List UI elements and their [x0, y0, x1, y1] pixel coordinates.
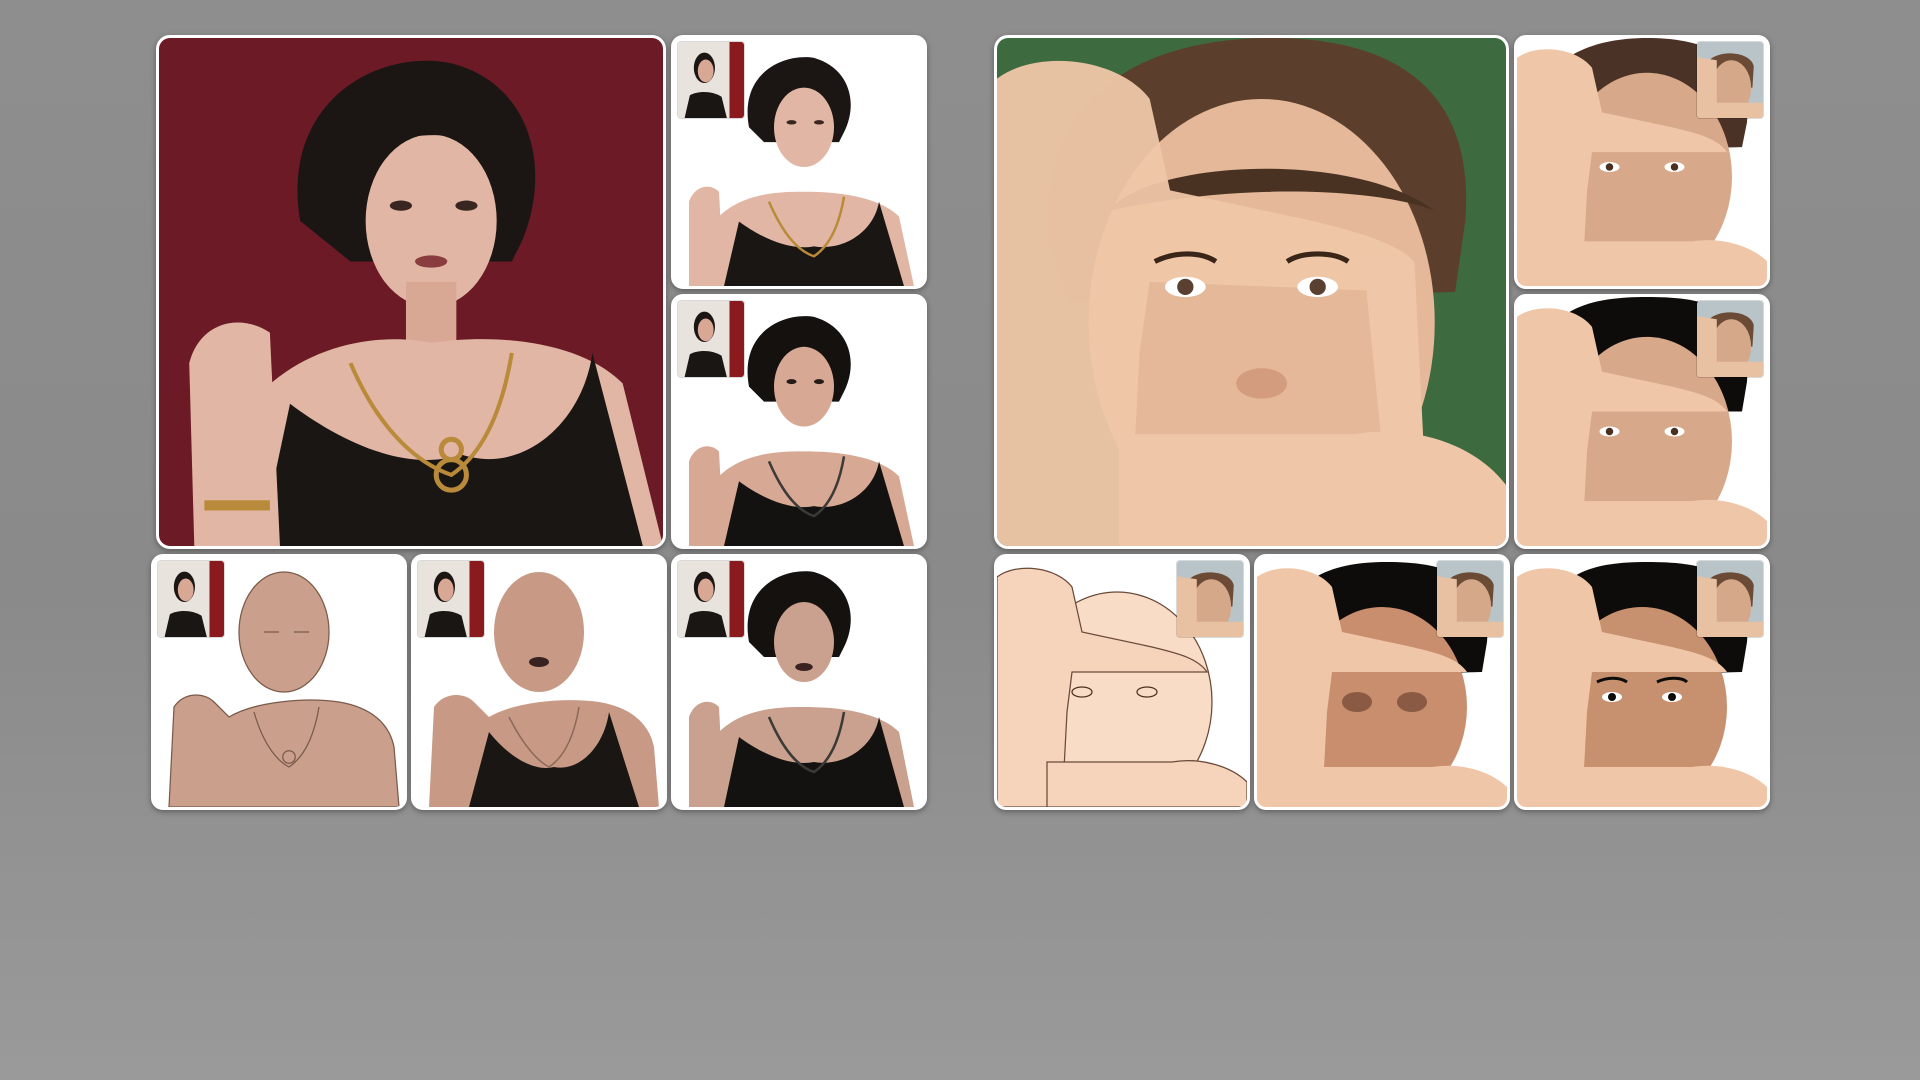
man-process-hair-black-image[interactable] — [1514, 294, 1770, 549]
reference-photo-icon — [1697, 42, 1763, 118]
reference-photo-icon — [158, 561, 224, 637]
woman-reference-thumbnail — [678, 42, 744, 118]
reference-photo-icon — [1697, 301, 1763, 377]
woman-reference-thumbnail — [418, 561, 484, 637]
man-process-eyes-detail-image[interactable] — [1514, 554, 1770, 810]
woman-portrait-illustration — [159, 38, 663, 546]
reference-photo-icon — [678, 561, 744, 637]
woman-process-final-image[interactable] — [671, 35, 927, 289]
reference-photo-icon — [678, 301, 744, 377]
man-reference-thumbnail — [1697, 301, 1763, 377]
woman-reference-thumbnail — [678, 561, 744, 637]
woman-final-portrait-image[interactable] — [156, 35, 666, 549]
woman-process-dark-details-image[interactable] — [671, 294, 927, 549]
woman-process-shading-image[interactable] — [671, 554, 927, 810]
man-process-base-colors-image[interactable] — [1254, 554, 1510, 810]
man-reference-thumbnail — [1697, 42, 1763, 118]
man-process-lineart-image[interactable] — [994, 554, 1250, 810]
man-reference-thumbnail — [1697, 561, 1763, 637]
reference-photo-icon — [678, 42, 744, 118]
reference-photo-icon — [418, 561, 484, 637]
woman-process-flat-colors-image[interactable] — [411, 554, 667, 810]
man-reference-thumbnail — [1177, 561, 1243, 637]
reference-photo-icon — [1697, 561, 1763, 637]
man-reference-thumbnail — [1437, 561, 1503, 637]
woman-process-lineart-image[interactable] — [151, 554, 407, 810]
reference-photo-icon — [1177, 561, 1243, 637]
man-process-refined-image[interactable] — [1514, 35, 1770, 289]
man-portrait-illustration — [997, 38, 1506, 546]
reference-photo-icon — [1437, 561, 1503, 637]
artwork-gallery — [0, 0, 1920, 1080]
woman-reference-thumbnail — [158, 561, 224, 637]
man-final-portrait-image[interactable] — [994, 35, 1509, 549]
woman-reference-thumbnail — [678, 301, 744, 377]
